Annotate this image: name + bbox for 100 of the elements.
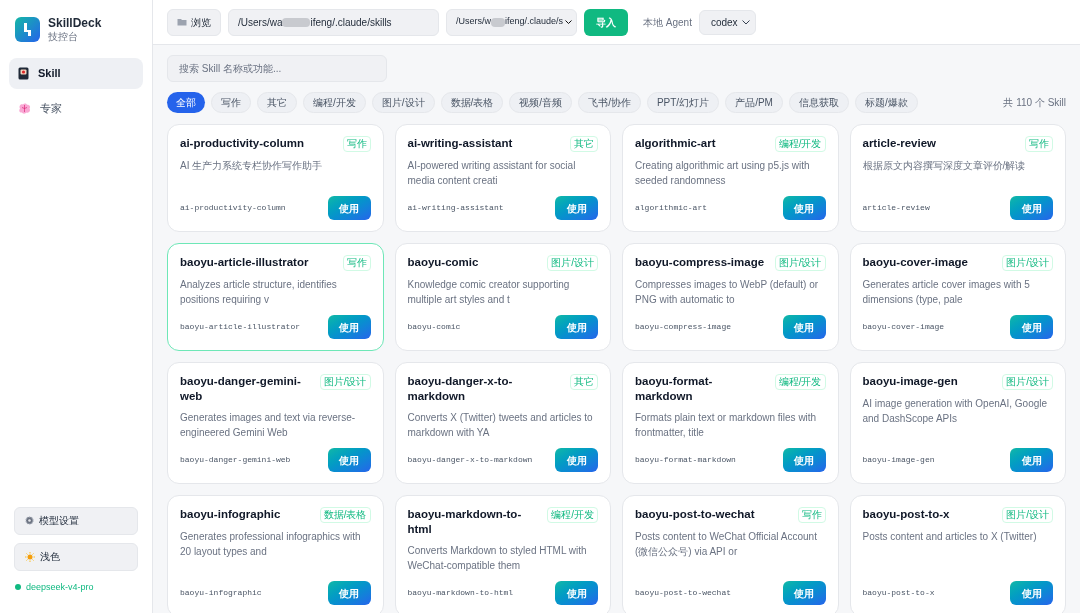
use-button[interactable]: 使用 [1010,581,1053,605]
card-title: ai-writing-assistant [407,136,513,151]
use-button[interactable]: 使用 [1010,448,1053,472]
sidebar-item[interactable]: 专家 [9,92,143,124]
use-button[interactable]: 使用 [555,315,598,339]
card-description: Compresses images to WebP (default) or PNG with automatic to [635,278,820,307]
card-description: Creating algorithmic art using p5.js with seeded randomness [635,159,811,188]
filter-chip[interactable]: 信息获取 [788,92,849,113]
category-tag: 编程/开发 [774,136,826,152]
filter-chip[interactable]: 其它 [257,92,297,113]
skill-id: article-review [862,202,930,214]
filter-chip[interactable]: 标题/爆款 [854,92,918,113]
use-button[interactable]: 使用 [782,448,826,472]
skill-card[interactable]: baoyu-markdown-to-html 编程/开发 Converts Markdown to styled HTML with WeChat-compatible them baoyu-markdown-to-html 使用 [394,495,611,613]
chevron-down-icon [741,19,750,25]
card-description: Generates images and text via reverse-engineered Gemini Web [180,411,357,440]
sidebar-item[interactable]: Skill [9,57,143,89]
use-button[interactable]: 使用 [327,196,371,220]
skill-count: 共 110 个 Skill [1003,96,1066,110]
skill-id: algorithmic-art [635,202,707,214]
skill-card[interactable]: baoyu-image-gen 图片/设计 AI image generation with OpenAI, Google and DashScope APIs baoyu-image-gen 使用 [849,362,1066,484]
card-title: algorithmic-art [635,136,716,151]
skill-id: baoyu-cover-image [862,321,945,333]
brain-icon [18,102,31,114]
skill-card[interactable]: baoyu-danger-gemini-web 图片/设计 Generates images and text via reverse-engineered Gemini Web baoyu-danger-gemini-web 使用 [167,362,384,484]
use-button[interactable]: 使用 [555,581,598,605]
use-button[interactable]: 使用 [555,448,598,472]
theme-button[interactable]: 浅色 [14,542,138,571]
category-tag: 写作 [1025,136,1053,152]
use-button[interactable]: 使用 [327,448,371,472]
folder-icon [177,18,187,26]
card-title: baoyu-format-markdown [635,374,714,404]
category-tag: 写作 [342,255,371,271]
card-description: AI 生产力系统专栏协作写作助手 [180,159,324,173]
filter-chip[interactable]: 产品/PM [725,92,783,113]
skill-card[interactable]: baoyu-article-illustrator 写作 Analyzes article structure, identifies positions requiring v baoyu-article-illustrator 使用 [167,243,384,351]
filter-chip[interactable]: 全部 [167,92,205,113]
skill-card[interactable]: baoyu-compress-image 图片/设计 Compresses images to WebP (default) or PNG with automatic to baoyu-compress-image 使用 [622,243,839,351]
card-title: baoyu-post-to-x [862,507,950,522]
card-title: baoyu-comic [407,255,479,270]
skill-card[interactable]: baoyu-post-to-x 图片/设计 Posts content and articles to X (Twitter) baoyu-post-to-x 使用 [849,495,1066,613]
category-tag: 图片/设计 [1002,374,1053,390]
agent-dropdown[interactable]: codex [698,9,756,35]
skill-card[interactable]: baoyu-format-markdown 编程/开发 Formats plain text or markdown files with frontmatter, title baoyu-format-markdown 使用 [622,362,839,484]
skill-card[interactable]: article-review 写作 根据原文内容撰写深度文章评价/解读 article-review 使用 [849,124,1066,232]
skill-id: baoyu-compress-image [635,321,731,333]
agent-label: 本地 Agent [643,15,692,30]
filter-chip[interactable]: 视频/音频 [509,92,573,113]
card-description: AI image generation with OpenAI, Google and DashScope APIs [862,397,1049,426]
card-title: baoyu-infographic [180,507,281,522]
skill-card[interactable]: baoyu-danger-x-to-markdown 其它 Converts X (Twitter) tweets and articles to markdown with YA baoyu-danger-x-to-markdown 使用 [394,362,611,484]
skill-card[interactable]: baoyu-post-to-wechat 写作 Posts content to WeChat Official Account (微信公众号) via API or baoyu-post-to-wechat 使用 [622,495,839,613]
card-description: Knowledge comic creator supporting multiple art styles and t [407,278,571,307]
skill-id: baoyu-danger-x-to-markdown [407,454,533,466]
settings-button[interactable]: 模型设置 [14,506,138,535]
browse-button[interactable]: 浏览 [167,8,221,36]
use-button[interactable]: 使用 [782,581,826,605]
category-tag: 写作 [797,507,826,523]
card-description: Posts content to WeChat Official Account (微信公众号) via API or [635,530,818,559]
skill-id: ai-writing-assistant [407,202,504,214]
use-button[interactable]: 使用 [1010,196,1053,220]
filter-chip[interactable]: 编程/开发 [303,92,366,113]
source-dropdown[interactable]: /Users/w ifeng/.claude/s [446,8,577,36]
skill-card[interactable]: baoyu-comic 图片/设计 Knowledge comic creator supporting multiple art styles and t baoyu-comic 使用 [394,243,611,351]
use-button[interactable]: 使用 [782,196,826,220]
card-description: Formats plain text or markdown files with frontmatter, title [635,411,818,440]
use-button[interactable]: 使用 [782,315,826,339]
app-logo [15,17,40,43]
category-tag: 图片/设计 [1002,507,1053,523]
skill-card[interactable]: baoyu-cover-image 图片/设计 Generates article cover images with 5 dimensions (type, pale baoyu-cover-image 使用 [849,243,1066,351]
card-description: Converts X (Twitter) tweets and articles to markdown with YA [407,411,594,440]
filter-chip[interactable]: 飞书/协作 [578,92,641,113]
filter-chip[interactable]: 写作 [211,92,251,113]
app-name: SkillDeck [48,16,102,31]
skill-card[interactable]: ai-writing-assistant 其它 AI-powered writing assistant for social media content creati ai-writing-assistant 使用 [394,124,611,232]
category-tag: 图片/设计 [1002,255,1053,271]
use-button[interactable]: 使用 [327,315,371,339]
app-subtitle: 技控台 [48,31,79,44]
filter-chip[interactable]: PPT/幻灯片 [646,92,720,113]
card-description: 根据原文内容撰写深度文章评价/解读 [862,159,1027,173]
card-title: baoyu-danger-gemini-web [180,374,302,404]
skill-card[interactable]: algorithmic-art 编程/开发 Creating algorithmic art using p5.js with seeded randomness algorithmic-art 使用 [622,124,839,232]
skill-card[interactable]: baoyu-infographic 数据/表格 Generates professional infographics with 20 layout types and baoyu-infographic 使用 [167,495,384,613]
category-tag: 编程/开发 [547,507,598,523]
use-button[interactable]: 使用 [327,581,371,605]
search-field[interactable]: 搜索 Skill 名称或功能... [167,55,387,82]
card-title: baoyu-cover-image [862,255,968,270]
use-button[interactable]: 使用 [1010,315,1053,339]
category-tag: 图片/设计 [774,255,826,271]
skill-id: baoyu-post-to-wechat [635,587,731,599]
filter-chip[interactable]: 数据/表格 [440,92,504,113]
skill-id: baoyu-article-illustrator [180,321,301,333]
filter-chip[interactable]: 图片/设计 [371,92,435,113]
category-tag: 其它 [570,136,598,152]
category-tag: 数据/表格 [319,507,371,523]
card-title: baoyu-danger-x-to-markdown [407,374,514,404]
skill-card[interactable]: ai-productivity-column 写作 AI 生产力系统专栏协作写作助手 ai-productivity-column 使用 [167,124,384,232]
path-field[interactable]: /Users/wa ifeng/.claude/skills [228,8,439,36]
use-button[interactable]: 使用 [555,196,598,220]
skill-id: baoyu-image-gen [862,454,935,466]
